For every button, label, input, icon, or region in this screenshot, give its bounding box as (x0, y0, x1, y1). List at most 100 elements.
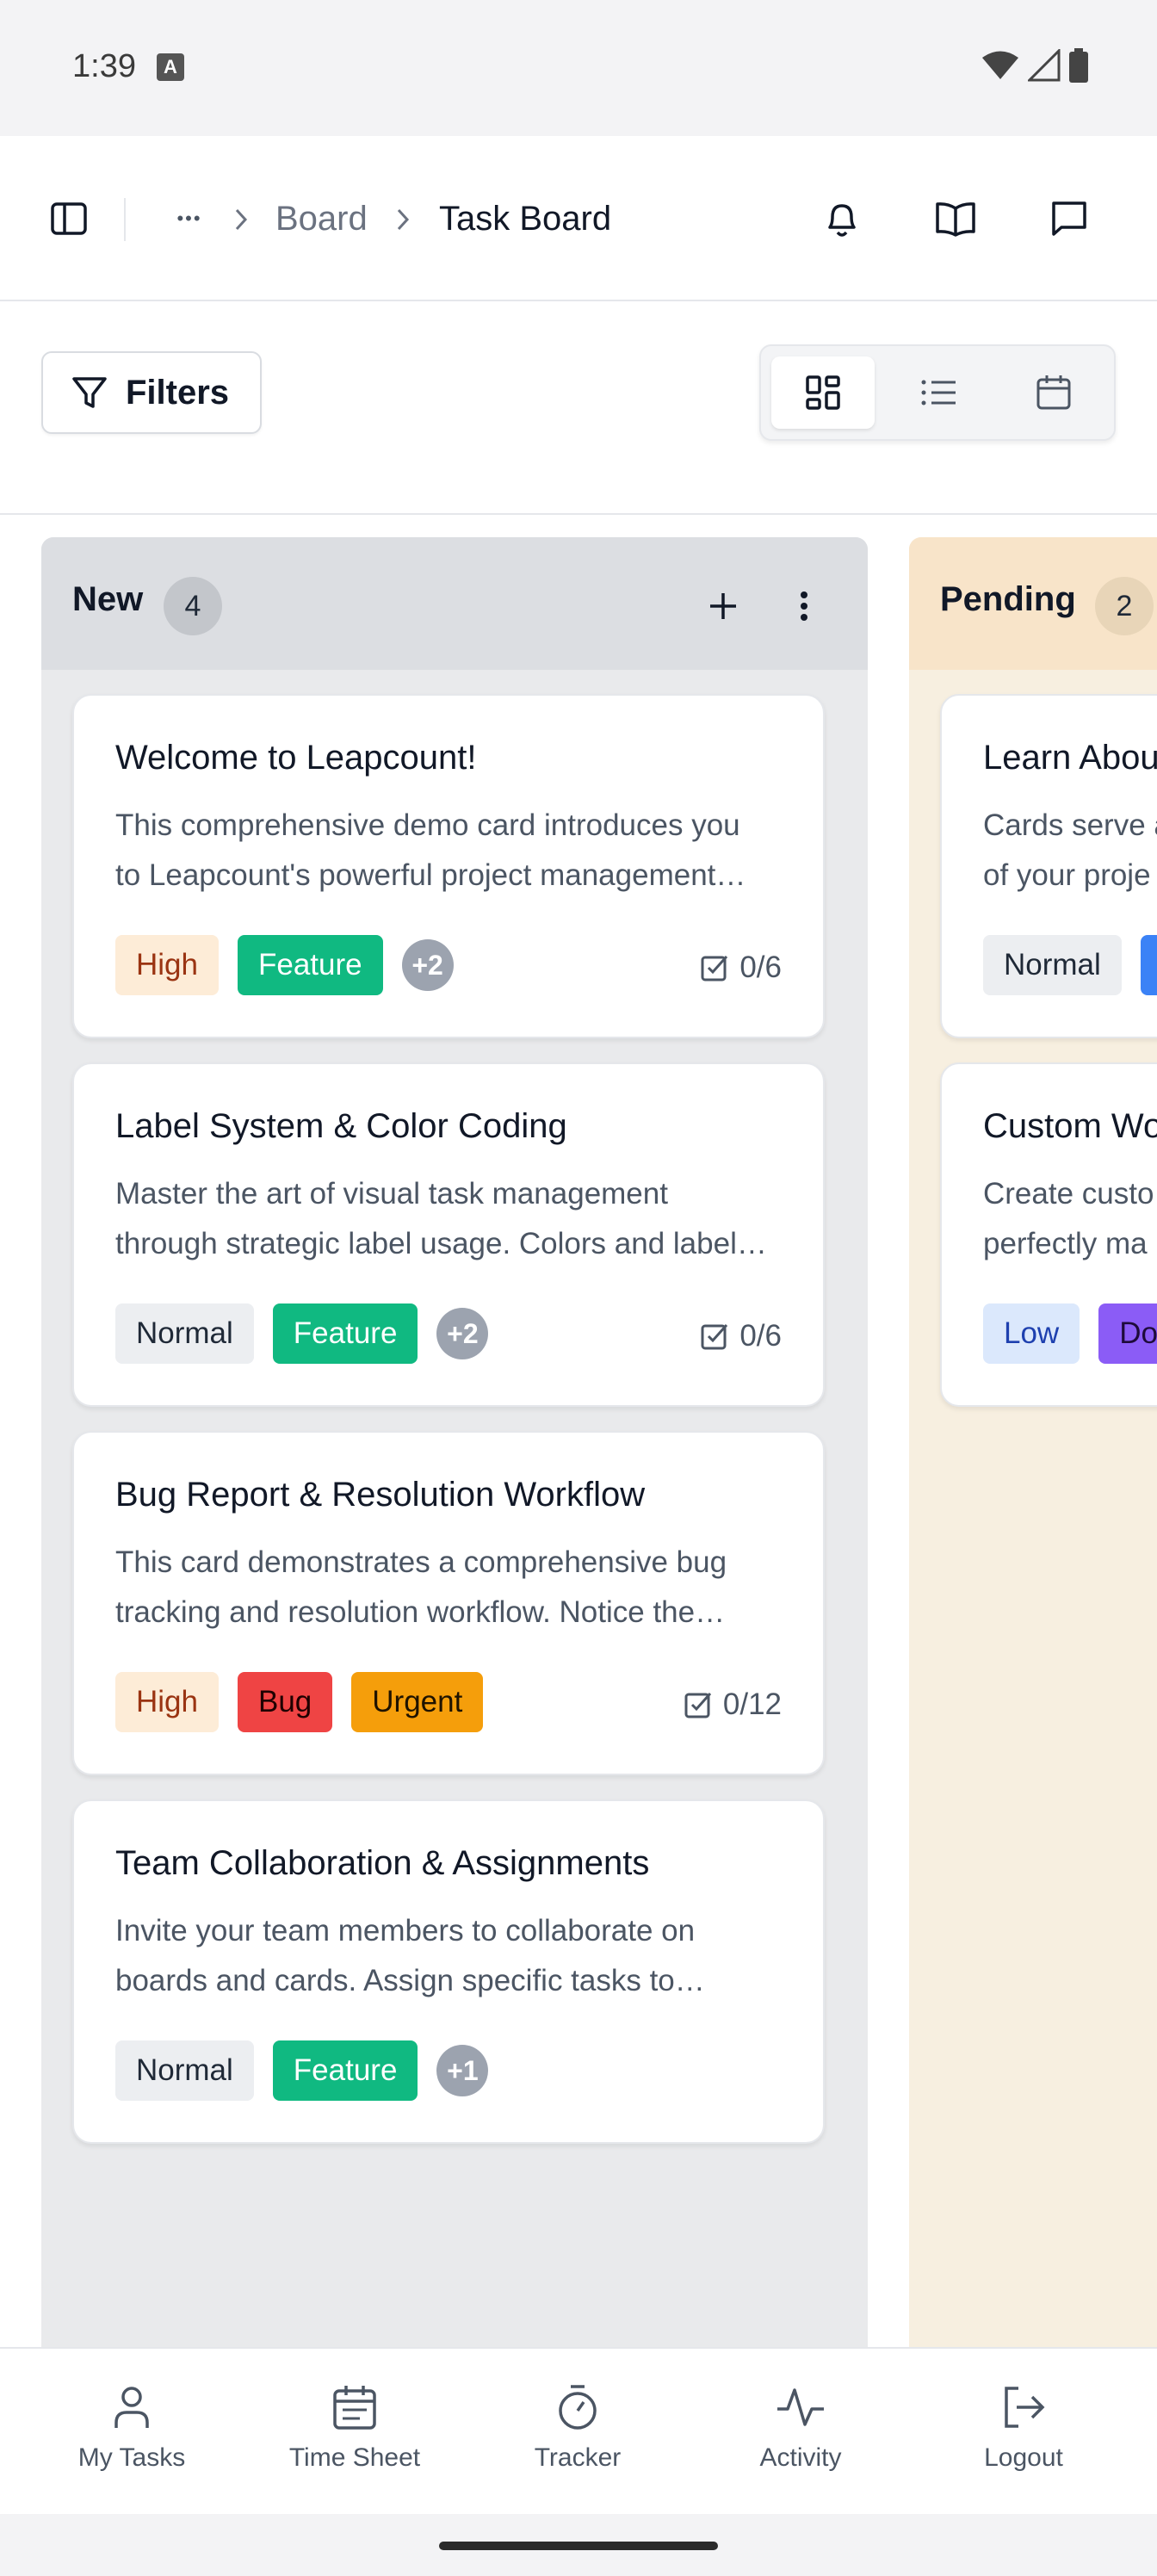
column-menu-button[interactable] (783, 579, 825, 634)
more-labels-badge: +2 (401, 939, 454, 991)
column-new: New 4 Welcome to Leapcount! This compreh… (41, 537, 868, 2347)
card-description: Invite your team members to collaborate … (115, 1906, 795, 2006)
view-switcher (759, 344, 1116, 441)
bell-icon (828, 204, 856, 237)
status-time: 1:39 (72, 48, 136, 84)
notification-icon: A (157, 53, 184, 81)
card-description-line: through strategic label usage. Colors an… (115, 1227, 767, 1260)
nav-label: Time Sheet (288, 2443, 421, 2472)
priority-badge: High (115, 935, 219, 995)
sidebar-toggle-button[interactable] (41, 191, 96, 246)
card-description-line: Create custo (983, 1177, 1154, 1211)
priority-badge: Normal (983, 935, 1122, 995)
card-tags: Low Do (983, 1303, 1157, 1364)
column-header: New 4 (41, 537, 868, 670)
messages-button[interactable] (1043, 191, 1095, 246)
stopwatch-icon (559, 2385, 597, 2430)
nav-logout[interactable]: Logout (937, 2383, 1110, 2473)
ellipsis-text: ••• (176, 207, 202, 229)
card-description: Master the art of visual task management… (115, 1169, 795, 1269)
card-tags: Normal (983, 935, 1157, 995)
task-card[interactable]: Label System & Color Coding Master the a… (72, 1062, 825, 1407)
column-pending: Pending 2 Learn Abou Cards serve a of yo… (909, 537, 1157, 2347)
priority-badge: Low (983, 1303, 1080, 1364)
priority-badge: Normal (115, 2040, 254, 2101)
card-description-line: to Leapcount's powerful project manageme… (115, 858, 746, 892)
card-tags: Normal Feature +2 (115, 1303, 489, 1364)
sidebar-icon (51, 202, 87, 235)
bottom-navigation: My Tasks Time Sheet Tracker Activity Log… (0, 2347, 1157, 2514)
card-title: Welcome to Leapcount! (115, 739, 477, 777)
priority-badge: Normal (115, 1303, 254, 1364)
user-icon (114, 2387, 149, 2428)
filters-button[interactable]: Filters (41, 351, 262, 434)
header-divider (124, 198, 126, 241)
calendar-icon (1036, 375, 1071, 410)
card-title: Custom Wo (983, 1107, 1157, 1145)
card-description-line: Invite your team members to collaborate … (115, 1914, 696, 1947)
label-badge: Urgent (351, 1672, 484, 1732)
add-card-button[interactable] (696, 579, 751, 634)
label-badge (1140, 935, 1157, 995)
column-title: New (72, 580, 144, 618)
card-description-line: perfectly ma (983, 1227, 1148, 1260)
card-description: This comprehensive demo card introduces … (115, 801, 795, 901)
logout-icon (1005, 2387, 1045, 2428)
checklist-count: 0/6 (739, 951, 782, 984)
card-description: This card demonstrates a comprehensive b… (115, 1538, 795, 1638)
app-header: ••• Board Task Board (0, 136, 1157, 301)
nav-label: Activity (759, 2443, 842, 2472)
card-description-line: of your proje (983, 858, 1151, 892)
gesture-area (0, 2514, 1157, 2576)
card-description-line: Master the art of visual task management (115, 1177, 668, 1211)
message-icon (1052, 201, 1086, 236)
board-toolbar: Filters (0, 303, 1157, 515)
home-indicator[interactable] (439, 2542, 718, 2550)
checkbox-icon (701, 1324, 728, 1350)
card-description: Cards serve a of your proje (983, 801, 1157, 901)
card-tags: Normal Feature +1 (115, 2040, 489, 2101)
priority-badge: High (115, 1672, 219, 1732)
task-card[interactable]: Learn Abou Cards serve a of your proje N… (940, 694, 1157, 1038)
checkbox-icon (684, 1693, 711, 1718)
nav-label: Tracker (534, 2443, 622, 2472)
task-card[interactable]: Custom Wo Create custo perfectly ma Low … (940, 1062, 1157, 1407)
task-card[interactable]: Bug Report & Resolution Workflow This ca… (72, 1431, 825, 1775)
nav-time-sheet[interactable]: Time Sheet (269, 2383, 441, 2473)
label-badge: Do (1098, 1303, 1157, 1364)
plus-icon (710, 593, 736, 619)
nav-my-tasks[interactable]: My Tasks (46, 2383, 218, 2473)
nav-tracker[interactable]: Tracker (492, 2383, 664, 2473)
filters-label: Filters (126, 373, 230, 412)
task-card[interactable]: Team Collaboration & Assignments Invite … (72, 1799, 825, 2144)
board-view-button[interactable] (771, 356, 875, 429)
card-description-line: tracking and resolution workflow. Notice… (115, 1595, 726, 1629)
checklist-progress: 0/12 (684, 1687, 782, 1722)
card-description-line: Cards serve a (983, 808, 1157, 842)
breadcrumb-parent[interactable]: Board (275, 198, 368, 239)
battery-icon (1069, 48, 1088, 83)
book-icon (936, 202, 975, 237)
status-icons (981, 48, 1088, 83)
nav-activity[interactable]: Activity (715, 2383, 887, 2473)
docs-button[interactable] (930, 191, 981, 246)
card-tags: High Bug Urgent (115, 1672, 484, 1732)
nav-label: My Tasks (77, 2443, 186, 2472)
more-labels-badge: +1 (436, 2045, 489, 2096)
signal-icon (1028, 49, 1061, 82)
checkbox-icon (701, 956, 728, 981)
wifi-icon (982, 51, 1018, 79)
more-labels-badge: +2 (436, 1308, 489, 1359)
column-title: Pending (940, 580, 1076, 618)
checklist-progress: 0/6 (700, 1319, 782, 1353)
calendar-view-button[interactable] (1002, 356, 1105, 429)
notifications-button[interactable] (818, 191, 866, 246)
list-view-button[interactable] (887, 356, 990, 429)
list-icon (921, 380, 956, 406)
card-description: Create custo perfectly ma (983, 1169, 1157, 1269)
card-description-line: This comprehensive demo card introduces … (115, 808, 740, 842)
breadcrumb-ellipsis[interactable]: ••• (165, 198, 213, 239)
task-card[interactable]: Welcome to Leapcount! This comprehensive… (72, 694, 825, 1038)
more-vertical-icon (801, 591, 807, 621)
checklist-count: 0/12 (722, 1687, 782, 1721)
